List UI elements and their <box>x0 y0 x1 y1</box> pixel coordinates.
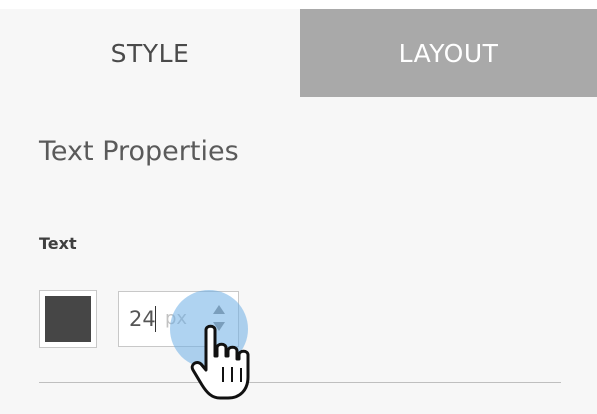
section-divider <box>39 382 561 383</box>
text-field-label: Text <box>39 234 77 253</box>
style-panel: STYLE LAYOUT Text Properties Text 24 px <box>0 0 597 414</box>
top-strip <box>0 0 597 9</box>
font-size-unit: px <box>165 308 188 329</box>
section-title: Text Properties <box>39 136 239 167</box>
up-down-arrows-icon[interactable] <box>212 303 226 333</box>
tab-bar: STYLE LAYOUT <box>0 9 597 97</box>
tab-style[interactable]: STYLE <box>0 9 300 97</box>
font-size-value: 24 <box>129 307 156 331</box>
tab-layout[interactable]: LAYOUT <box>300 9 597 97</box>
text-color-swatch[interactable] <box>39 290 97 348</box>
font-size-input[interactable]: 24 px <box>118 291 239 347</box>
text-caret <box>155 306 156 332</box>
text-color-fill <box>45 296 91 342</box>
